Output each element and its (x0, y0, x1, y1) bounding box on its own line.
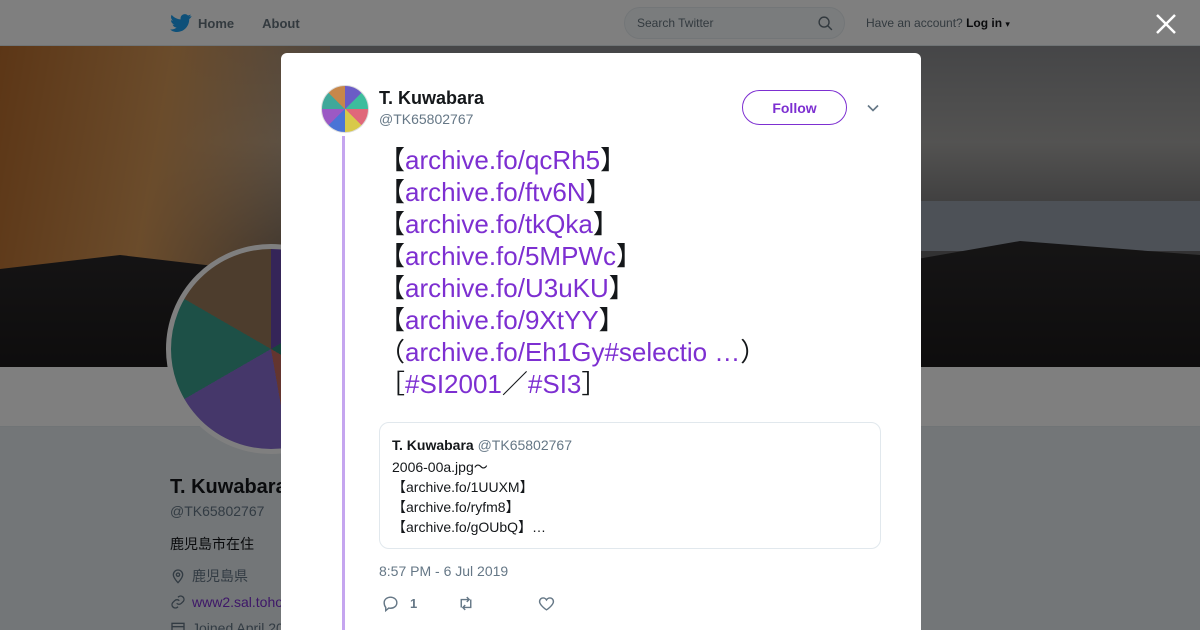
bracket-close: 】 (600, 145, 627, 175)
tweet-link[interactable]: archive.fo/tkQka (405, 209, 593, 239)
tweet-timestamp[interactable]: 8:57 PM - 6 Jul 2019 (379, 563, 508, 579)
bracket-close: 】 (585, 177, 612, 207)
bracket-open: 【 (379, 305, 406, 335)
retweet-icon (460, 596, 472, 611)
tweet-actions: 1 (381, 594, 556, 613)
tweet-text: 【archive.fo/qcRh5】 【archive.fo/ftv6N】 【a… (379, 144, 766, 400)
bracket-open: 【 (379, 273, 406, 303)
quoted-tweet-header: T. Kuwabara @TK65802767 (392, 436, 868, 454)
like-button[interactable] (537, 594, 556, 613)
retweet-button[interactable] (456, 594, 476, 613)
bracket-open: 【 (379, 177, 406, 207)
bracket-close: 】 (598, 305, 625, 335)
bracket-close: 】 (608, 273, 635, 303)
paren-open: （ (379, 337, 406, 367)
bracket-close: 】 (615, 241, 642, 271)
reply-count: 1 (410, 596, 418, 611)
tweet-link[interactable]: archive.fo/ftv6N (405, 177, 586, 207)
quoted-line: 2006-00a.jpg～ (392, 459, 488, 475)
tweet-author-handle[interactable]: @TK65802767 (379, 111, 473, 127)
tweet-author-avatar[interactable] (321, 85, 369, 133)
bracket-open: 【 (379, 209, 406, 239)
quoted-line: 【archive.fo/1UUXM】 (392, 479, 534, 495)
bracket-open: ［ (379, 369, 406, 399)
tweet-line: 【archive.fo/qcRh5】 (379, 144, 766, 176)
tweet-line: ［#SI2001／#SI3］ (379, 368, 766, 400)
quoted-author-name: T. Kuwabara (392, 437, 474, 453)
thread-line (342, 136, 345, 630)
follow-button[interactable]: Follow (742, 90, 847, 125)
tweet-line: 【archive.fo/tkQka】 (379, 208, 766, 240)
tweet-line: 【archive.fo/U3uKU】 (379, 272, 766, 304)
bracket-open: 【 (379, 241, 406, 271)
tweet-link[interactable]: archive.fo/qcRh5 (405, 145, 600, 175)
bracket-close: ］ (581, 369, 608, 399)
tweet-link[interactable]: archive.fo/Eh1Gy#selectio … (405, 337, 740, 367)
tweet-modal: T. Kuwabara @TK65802767 Follow 【archive.… (281, 53, 921, 630)
tweet-line: （archive.fo/Eh1Gy#selectio …） (379, 336, 766, 368)
paren-close: ） (740, 337, 767, 367)
chevron-down-icon[interactable] (863, 98, 883, 118)
tweet-line: 【archive.fo/9XtYY】 (379, 304, 766, 336)
hashtag-link[interactable]: #SI3 (528, 369, 582, 399)
tweet-link[interactable]: archive.fo/5MPWc (405, 241, 616, 271)
quoted-line: 【archive.fo/ryfm8】 (392, 499, 520, 515)
bracket-close: 】 (592, 209, 619, 239)
reply-button[interactable]: 1 (381, 594, 417, 613)
close-icon[interactable] (1154, 12, 1178, 36)
separator: ／ (501, 369, 528, 399)
tweet-link[interactable]: archive.fo/U3uKU (405, 273, 609, 303)
tweet-author-name[interactable]: T. Kuwabara (379, 88, 484, 109)
tweet-link[interactable]: archive.fo/9XtYY (405, 305, 599, 335)
quoted-author-handle: @TK65802767 (477, 437, 572, 453)
tweet-line: 【archive.fo/5MPWc】 (379, 240, 766, 272)
quoted-tweet[interactable]: T. Kuwabara @TK65802767 2006-00a.jpg～ 【a… (379, 422, 881, 549)
hashtag-link[interactable]: #SI2001 (405, 369, 502, 399)
quoted-tweet-body: 2006-00a.jpg～ 【archive.fo/1UUXM】 【archiv… (392, 457, 868, 537)
bracket-open: 【 (379, 145, 406, 175)
quoted-line: 【archive.fo/gOUbQ】… (392, 519, 547, 535)
reply-icon (383, 596, 398, 613)
heart-icon (539, 597, 555, 611)
tweet-line: 【archive.fo/ftv6N】 (379, 176, 766, 208)
